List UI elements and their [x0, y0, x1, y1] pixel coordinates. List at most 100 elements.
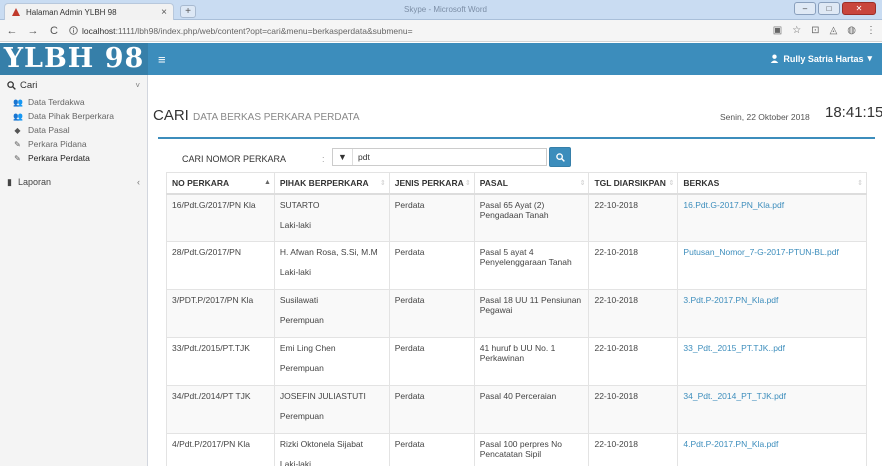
cell-no-perkara: 16/Pdt.G/2017/PN Kla [166, 193, 275, 242]
sidebar-item-laporan[interactable]: ▮ Laporan ‹ [0, 169, 147, 195]
sort-asc-icon: ▲ [263, 179, 271, 186]
table-row: 34/Pdt./2014/PT TJK JOSEFIN JULIASTUTI Per… [166, 385, 867, 434]
cell-pihak: JOSEFIN JULIASTUTI Perempuan [273, 385, 390, 434]
cell-tgl: 22-10-2018 [588, 385, 679, 434]
cell-jenis-kelamin: Perempuan [279, 363, 324, 373]
page-subtitle: DATA BERKAS PERKARA PERDATA [193, 112, 360, 123]
table-row: 3/PDT.P/2017/PN Kla Susilawati Perempuan Pe… [166, 289, 867, 338]
users-icon: 👥 [13, 97, 23, 107]
sidebar-item-label: Data Pihak Berperkara [28, 111, 114, 121]
cell-tgl: 22-10-2018 [588, 193, 679, 242]
column-header-tgl[interactable]: TGL DIARSIKPAN ⇕ [588, 172, 679, 195]
berkas-link[interactable]: 3.Pdt.P-2017.PN_Kla.pdf [683, 295, 778, 305]
berkas-link[interactable]: 16.Pdt.G-2017.PN_Kla.pdf [683, 200, 784, 210]
extension-icons: ▣ ☆ ⊡ ◬ ◍ ⋮ [773, 25, 876, 36]
sidebar-item-data-terdakwa[interactable]: 👥 Data Terdakwa [0, 95, 147, 109]
forward-icon[interactable]: → [27, 25, 39, 37]
app-logo[interactable]: YLBH 98 [0, 43, 148, 75]
window-close-icon[interactable]: ✕ [842, 2, 876, 15]
search-icon [7, 80, 16, 90]
maximize-icon[interactable]: □ [818, 2, 840, 15]
cell-pasal: Pasal 18 UU 11 Pensiunan Pegawai [473, 289, 590, 338]
search-input[interactable] [353, 152, 533, 162]
table-row: 4/Pdt.P/2017/PN Kla Rizki Oktonela Sijaba… [166, 433, 867, 466]
extension-icon[interactable]: ◍ [847, 25, 856, 36]
extension-icon[interactable]: ◬ [830, 25, 838, 36]
cell-berkas: 16.Pdt.G-2017.PN_Kla.pdf [677, 193, 867, 242]
cell-pasal: 41 huruf b UU No. 1 Perkawinan [473, 337, 590, 386]
cell-jenis: Perdata [388, 289, 475, 338]
chevron-left-icon: ‹ [137, 177, 140, 187]
column-header-jenis[interactable]: JENIS PERKARA ⇕ [388, 172, 475, 195]
sidebar-item-label: Laporan [17, 177, 51, 187]
cell-berkas: 34_Pdt._2014_PT_TJK.pdf [677, 385, 867, 434]
back-icon[interactable]: ← [6, 25, 18, 37]
minimize-icon[interactable]: – [794, 2, 816, 15]
browser-tab[interactable]: Halaman Admin YLBH 98 × [4, 3, 174, 20]
app-header: YLBH 98 ≡ Rully Satria Hartas ▾ [0, 43, 882, 75]
cell-jenis: Perdata [388, 337, 475, 386]
cell-no-perkara: 34/Pdt./2014/PT TJK [166, 385, 275, 434]
sidebar-item-data-pasal[interactable]: ◆ Data Pasal [0, 123, 147, 137]
window-title: Skype - Microsoft Word [404, 5, 487, 14]
page-title-main: CARI [153, 107, 189, 124]
cell-no-perkara: 28/Pdt.G/2017/PN [166, 241, 275, 290]
sidebar-item-perkara-pidana[interactable]: ✎ Perkara Pidana [0, 137, 147, 151]
sidebar-item-cari[interactable]: Cari ˅ [0, 75, 147, 95]
sidebar-item-perkara-perdata[interactable]: ✎ Perkara Perdata [0, 151, 147, 165]
extension-icon[interactable]: ⊡ [811, 25, 819, 36]
column-header-berkas[interactable]: BERKAS ⇕ [677, 172, 867, 195]
translate-icon[interactable]: ▣ [773, 25, 782, 36]
url-field[interactable]: localhost:1111/lbh98/index.php/web/conte… [69, 23, 764, 39]
berkas-link[interactable]: 34_Pdt._2014_PT_TJK.pdf [683, 391, 786, 401]
cell-jenis-kelamin: Perempuan [279, 411, 324, 421]
cell-no-perkara: 3/PDT.P/2017/PN Kla [166, 289, 275, 338]
cell-pihak: SUTARTO Laki-laki [273, 193, 390, 242]
column-header-pihak[interactable]: PIHAK BERPERKARA ⇕ [273, 172, 390, 195]
tab-title: Halaman Admin YLBH 98 [26, 7, 117, 17]
sort-icon: ⇕ [579, 180, 586, 187]
menu-dots-icon[interactable]: ⋮ [866, 25, 876, 36]
sort-icon: ⇕ [857, 180, 863, 187]
reload-icon[interactable]: C [48, 25, 60, 37]
cell-no-perkara: 33/Pdt./2015/PT.TJK [166, 337, 275, 386]
current-time: 18:41:15 [825, 104, 882, 121]
cell-pasal: Pasal 40 Perceraian [473, 385, 590, 434]
search-row: CARI NOMOR PERKARA : ▼ [158, 147, 875, 167]
sidebar-item-label: Perkara Perdata [28, 153, 90, 163]
user-menu[interactable]: Rully Satria Hartas ▾ [770, 53, 872, 64]
info-icon [69, 26, 78, 35]
new-tab-button[interactable]: + [180, 5, 196, 18]
bookmark-star-icon[interactable]: ☆ [792, 25, 801, 36]
cell-berkas: Putusan_Nomor_7-G-2017-PTUN-BL.pdf [677, 241, 867, 290]
search-colon: : [322, 154, 325, 164]
column-header-no-perkara[interactable]: NO PERKARA ▲ [166, 172, 275, 195]
tab-close-icon[interactable]: × [161, 7, 167, 18]
sidebar-item-label: Data Terdakwa [28, 97, 85, 107]
sort-icon: ⇕ [379, 180, 386, 187]
berkas-link[interactable]: 33_Pdt._2015_PT.TJK..pdf [683, 343, 785, 353]
cell-pihak: Emi Ling Chen Perempuan [273, 337, 390, 386]
column-header-pasal[interactable]: PASAL ⇕ [473, 172, 590, 195]
berkas-link[interactable]: Putusan_Nomor_7-G-2017-PTUN-BL.pdf [683, 247, 838, 257]
chevron-down-icon: ˅ [135, 80, 140, 90]
search-label: CARI NOMOR PERKARA [182, 154, 287, 164]
cell-pasal: Pasal 5 ayat 4 Penyelenggaraan Tanah [473, 241, 590, 290]
cell-tgl: 22-10-2018 [588, 289, 679, 338]
cell-tgl: 22-10-2018 [588, 433, 679, 466]
sidebar-toggle-icon[interactable]: ≡ [158, 52, 166, 67]
sidebar-item-data-pihak-berperkara[interactable]: 👥 Data Pihak Berperkara [0, 109, 147, 123]
search-box: CARI NOMOR PERKARA : ▼ NO PERKARA▲ PIHAK… [158, 137, 875, 466]
page-title: CARI DATA BERKAS PERKARA PERDATA [153, 107, 360, 124]
users-icon: 👥 [13, 111, 23, 121]
table-row: 28/Pdt.G/2017/PN H. Afwan Rosa, S.Si, M.M… [166, 241, 867, 290]
cell-jenis: Perdata [388, 241, 475, 290]
filter-icon: ▼ [333, 149, 353, 165]
cell-jenis-kelamin: Laki-laki [279, 219, 312, 230]
main-content: CARI DATA BERKAS PERKARA PERDATA Senin, … [149, 75, 882, 466]
window-controls: – □ ✕ [794, 2, 876, 15]
browser-tab-bar: Halaman Admin YLBH 98 × + Skype - Micros… [0, 0, 882, 20]
berkas-link[interactable]: 4.Pdt.P-2017.PN_Kla.pdf [683, 439, 778, 449]
sort-icon: ⇕ [464, 180, 471, 187]
search-button[interactable] [549, 147, 571, 167]
